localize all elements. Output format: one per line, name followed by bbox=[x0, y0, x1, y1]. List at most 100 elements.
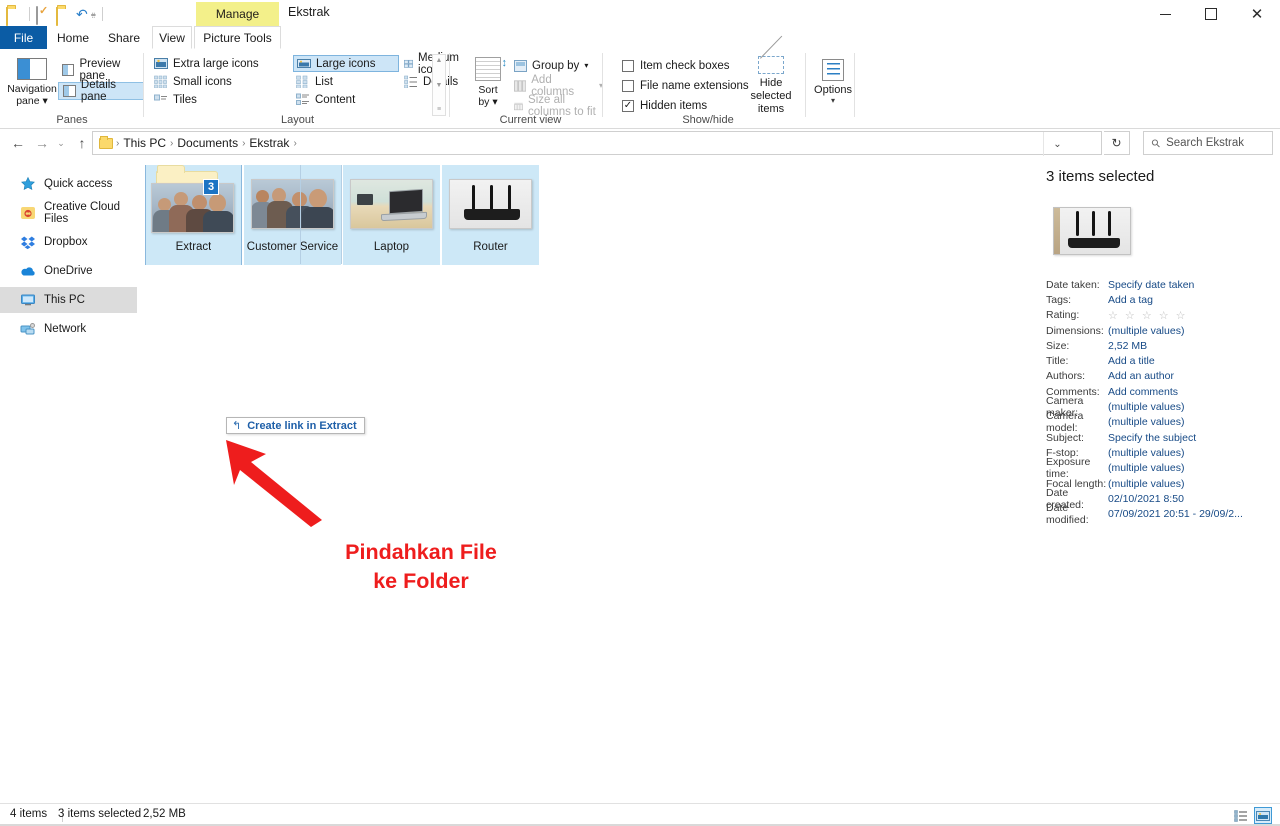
minimize-icon[interactable] bbox=[1142, 0, 1188, 28]
sidebar-item-network[interactable]: Network bbox=[0, 316, 137, 342]
details-view-icon[interactable] bbox=[1232, 807, 1250, 824]
search-icon: ⚲ bbox=[1149, 136, 1164, 151]
property-value[interactable]: Add a tag bbox=[1108, 294, 1153, 306]
customize-dropdown-icon[interactable]: ⩷ bbox=[91, 9, 96, 19]
layout-large-icons[interactable]: Large icons bbox=[293, 55, 399, 72]
table-row[interactable]: Date taken: Specify date taken bbox=[1040, 277, 1280, 292]
folder-icon[interactable] bbox=[56, 6, 73, 26]
sidebar-item-quick-access[interactable]: Quick access bbox=[0, 171, 137, 197]
contextual-tab-manage[interactable]: Manage bbox=[196, 2, 279, 26]
property-key: Title: bbox=[1046, 355, 1069, 368]
navigation-pane-button[interactable]: Navigation pane ▾ bbox=[7, 54, 57, 116]
sidebar-item-onedrive[interactable]: OneDrive bbox=[0, 258, 137, 284]
details-heading: 3 items selected bbox=[1046, 168, 1155, 185]
ribbon-group-options: Options ▾ bbox=[807, 49, 855, 128]
table-row[interactable]: Camera model: (multiple values) bbox=[1040, 410, 1280, 434]
sidebar-item-creative-cloud-files[interactable]: Creative Cloud Files bbox=[0, 200, 137, 226]
list-item[interactable]: 3 Extract bbox=[145, 165, 242, 265]
close-icon[interactable]: ✕ bbox=[1234, 0, 1280, 28]
add-columns-icon bbox=[514, 79, 527, 92]
breadcrumb-documents[interactable]: Documents bbox=[173, 136, 242, 150]
ribbon-group-label-layout: Layout bbox=[280, 114, 315, 126]
hide-selected-items-icon bbox=[758, 56, 784, 74]
tab-picture-tools[interactable]: Picture Tools bbox=[194, 26, 281, 49]
sidebar-item-this-pc[interactable]: This PC bbox=[0, 287, 137, 313]
forward-arrow-icon[interactable]: → bbox=[30, 130, 54, 156]
layout-list[interactable]: List bbox=[293, 73, 336, 90]
hide-selected-items-button[interactable]: Hide selected items bbox=[738, 54, 804, 116]
sort-by-icon: ↕ bbox=[475, 57, 507, 81]
navigation-pane-icon bbox=[17, 58, 47, 80]
hidden-items-checkbox[interactable]: ✓ bbox=[622, 99, 634, 112]
add-columns-button: Add columns ▾ bbox=[514, 74, 603, 98]
table-row[interactable]: Date modified: 07/09/2021 20:51 - 29/09/… bbox=[1040, 502, 1280, 526]
layout-tiles[interactable]: Tiles bbox=[151, 91, 200, 108]
tab-file[interactable]: File bbox=[0, 26, 47, 49]
details-pane-button[interactable]: Details pane bbox=[58, 79, 144, 103]
table-row[interactable]: Exposure time: (multiple values) bbox=[1040, 456, 1280, 480]
creative-cloud-icon bbox=[20, 205, 36, 221]
recent-locations-icon[interactable]: ⌄ bbox=[52, 130, 70, 156]
hidden-items-option[interactable]: ✓ Hidden items bbox=[622, 97, 707, 114]
file-name-extensions-checkbox[interactable] bbox=[622, 79, 634, 92]
sidebar-item-dropbox[interactable]: Dropbox bbox=[0, 229, 137, 255]
up-arrow-icon[interactable]: ↑ bbox=[70, 130, 94, 156]
property-key: Date modified: bbox=[1046, 502, 1089, 527]
table-row[interactable]: Dimensions: (multiple values) bbox=[1040, 323, 1280, 338]
maximize-icon[interactable] bbox=[1188, 0, 1234, 28]
back-arrow-icon[interactable]: ← bbox=[6, 130, 30, 156]
options-caret-icon[interactable]: ▾ bbox=[831, 96, 835, 105]
breadcrumb-ekstrak[interactable]: Ekstrak bbox=[245, 136, 293, 150]
rating-stars[interactable]: ☆ ☆ ☆ ☆ ☆ bbox=[1108, 309, 1188, 322]
list-item[interactable]: Router bbox=[442, 165, 539, 265]
item-check-boxes-option[interactable]: Item check boxes bbox=[622, 57, 729, 74]
layout-small-icons[interactable]: Small icons bbox=[151, 73, 235, 90]
item-check-boxes-checkbox[interactable] bbox=[622, 59, 634, 72]
property-value[interactable]: Add a title bbox=[1108, 355, 1155, 367]
ribbon-group-label-panes: Panes bbox=[56, 114, 88, 126]
new-folder-icon[interactable] bbox=[6, 6, 23, 26]
redo-icon[interactable]: ↷ bbox=[76, 6, 88, 22]
drop-indicator-left bbox=[300, 165, 301, 264]
properties-icon[interactable] bbox=[36, 5, 53, 25]
list-item[interactable]: Customer Service bbox=[244, 165, 341, 265]
options-button[interactable]: Options ▾ bbox=[811, 54, 855, 116]
table-row[interactable]: Subject: Specify the subject bbox=[1040, 430, 1280, 445]
file-name-extensions-option[interactable]: File name extensions bbox=[622, 77, 749, 94]
property-value[interactable]: Add comments bbox=[1108, 386, 1178, 398]
property-value[interactable]: Add an author bbox=[1108, 370, 1174, 382]
breadcrumb-this-pc[interactable]: This PC bbox=[119, 136, 170, 150]
preview-pane-button[interactable]: Preview pane bbox=[58, 58, 144, 82]
table-row[interactable]: Size: 2,52 MB bbox=[1040, 338, 1280, 353]
breadcrumb-separator-3[interactable]: › bbox=[293, 138, 296, 149]
refresh-icon[interactable]: ↻ bbox=[1104, 131, 1130, 155]
property-value: (multiple values) bbox=[1108, 446, 1185, 459]
tab-share[interactable]: Share bbox=[99, 26, 149, 49]
layout-extra-large-icons[interactable]: Extra large icons bbox=[151, 55, 262, 72]
layout-scroll-down-icon[interactable]: ▼ bbox=[436, 82, 443, 89]
group-by-button[interactable]: Group by ▾ bbox=[514, 57, 588, 74]
tab-view[interactable]: View bbox=[152, 26, 192, 49]
tab-home[interactable]: Home bbox=[47, 26, 99, 49]
table-row[interactable]: Title: Add a title bbox=[1040, 353, 1280, 368]
table-row[interactable]: Authors: Add an author bbox=[1040, 369, 1280, 384]
layout-scroll-more-icon[interactable]: ≡ bbox=[437, 106, 441, 113]
layout-scroll-up-icon[interactable]: ▲ bbox=[436, 57, 443, 64]
search-input[interactable]: ⚲ Search Ekstrak bbox=[1143, 131, 1273, 155]
layout-gallery-scrollbar[interactable]: ▲ ▼ ≡ bbox=[432, 54, 446, 116]
sidebar-label-creative-cloud-files: Creative Cloud Files bbox=[44, 201, 121, 225]
sidebar-label-this-pc: This PC bbox=[44, 294, 85, 306]
property-value: (multiple values) bbox=[1108, 401, 1185, 414]
property-value[interactable]: Specify date taken bbox=[1108, 279, 1194, 291]
table-row[interactable]: Tags: Add a tag bbox=[1040, 292, 1280, 307]
layout-content[interactable]: Content bbox=[293, 91, 358, 108]
sort-by-button[interactable]: ↕ Sort by ▾ bbox=[466, 54, 510, 116]
breadcrumb[interactable]: › This PC › Documents › Ekstrak › ⌄ bbox=[92, 131, 1102, 156]
group-by-caret-icon[interactable]: ▾ bbox=[584, 61, 588, 70]
list-item[interactable]: Laptop bbox=[343, 165, 440, 265]
address-dropdown-icon[interactable]: ⌄ bbox=[1043, 132, 1071, 156]
table-row[interactable]: Rating: ☆ ☆ ☆ ☆ ☆ bbox=[1040, 308, 1280, 323]
property-value[interactable]: Specify the subject bbox=[1108, 432, 1196, 444]
large-icons-view-icon[interactable] bbox=[1254, 807, 1272, 824]
details-pane-icon bbox=[63, 85, 76, 97]
